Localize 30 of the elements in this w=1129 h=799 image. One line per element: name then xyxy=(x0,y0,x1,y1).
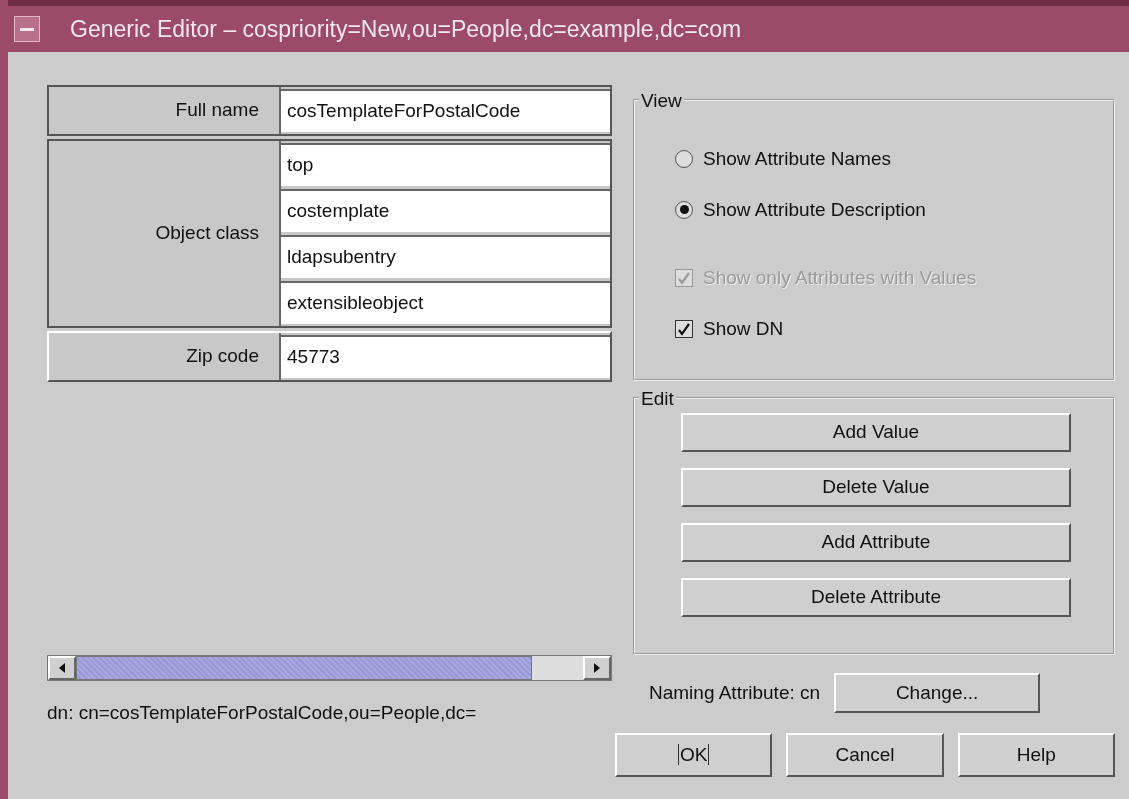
radio-button[interactable] xyxy=(675,200,693,219)
value-field[interactable]: top xyxy=(281,143,610,186)
dialog-button[interactable]: OK xyxy=(615,733,773,777)
value-field[interactable]: 45773 xyxy=(281,335,610,378)
checkbox[interactable] xyxy=(675,319,693,338)
edit-button[interactable]: Add Value xyxy=(681,413,1071,452)
naming-attribute-label: Naming Attribute: cn xyxy=(649,680,821,705)
window-title: Generic Editor – cospriority=New,ou=People,dc=example,dc=com xyxy=(70,14,742,44)
attribute-label: Object class xyxy=(155,221,259,246)
scroll-right-icon[interactable] xyxy=(592,661,602,674)
radio-button[interactable] xyxy=(675,150,693,169)
dialog-button[interactable]: Cancel xyxy=(786,733,944,777)
dialog-button[interactable]: Help xyxy=(957,733,1115,777)
value-field[interactable]: cosTemplateForPostalCode xyxy=(281,89,610,132)
radio-label: Show Attribute Description xyxy=(703,197,926,222)
horizontal-scrollbar[interactable] xyxy=(47,654,612,681)
value-field[interactable]: costemplate xyxy=(281,189,610,232)
value-field[interactable]: ldapsubentry xyxy=(281,235,610,278)
dn-text: dn: cn=cosTemplateForPostalCode,ou=People,dc= xyxy=(47,700,478,725)
edit-button[interactable]: Add Attribute xyxy=(681,523,1071,562)
edit-button[interactable]: Delete Attribute xyxy=(681,578,1071,617)
change-button[interactable]: Change... xyxy=(834,673,1041,713)
radio-label: Show Attribute Names xyxy=(703,147,891,171)
attribute-label: Zip code xyxy=(186,344,259,369)
scroll-left-icon[interactable] xyxy=(57,661,67,674)
window-menu-icon[interactable] xyxy=(14,16,40,42)
checkbox-label: Show DN xyxy=(703,316,784,341)
value-field[interactable]: extensibleobject xyxy=(281,281,610,324)
attribute-label: Full name xyxy=(175,98,259,123)
edit-button[interactable]: Delete Value xyxy=(681,468,1071,507)
